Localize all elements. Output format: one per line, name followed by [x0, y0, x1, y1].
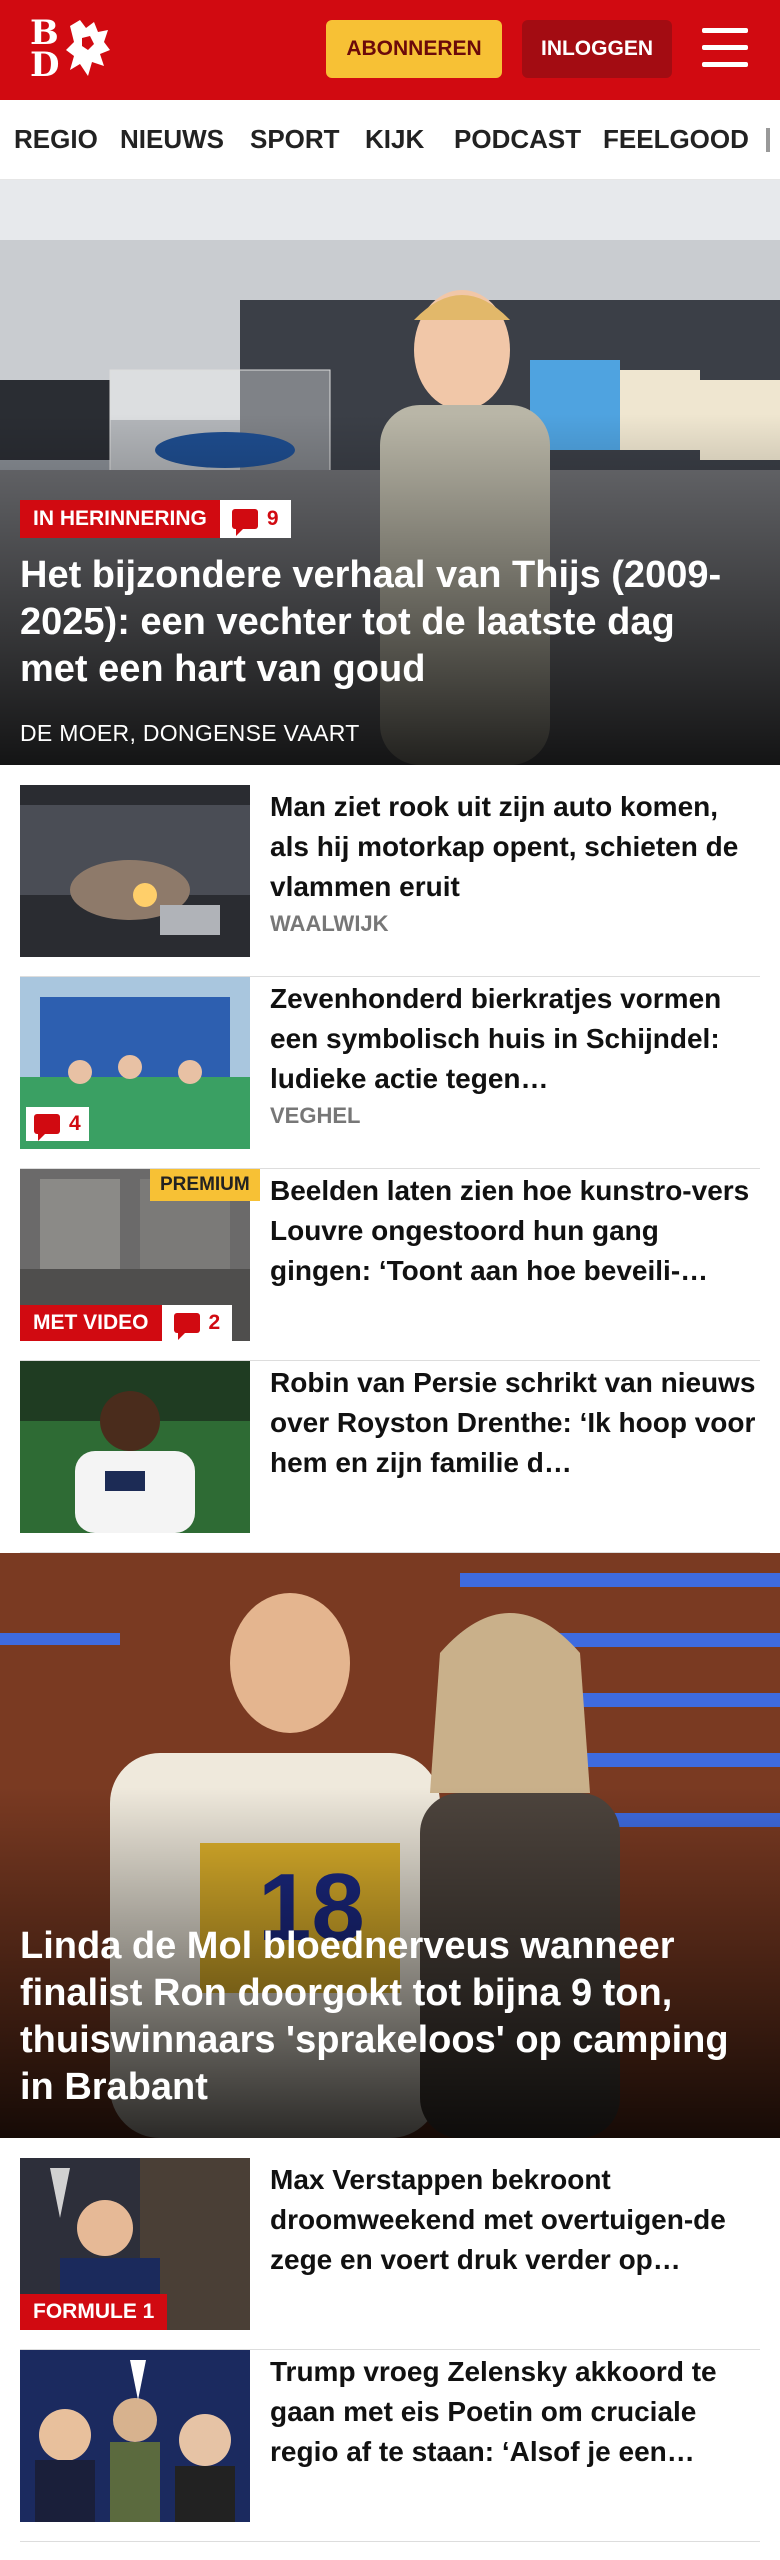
hero-location: DE MOER, DONGENSE VAART: [20, 720, 360, 746]
comment-icon: [173, 1313, 200, 1340]
section-nav: REGIO NIEUWS SPORT KIJK PODCAST FEELGOOD: [0, 100, 780, 180]
in-memoriam-badge: IN HERINNERING: [20, 500, 220, 538]
comment-icon: [34, 1114, 60, 1141]
nav-item-feelgood[interactable]: FEELGOOD: [603, 100, 749, 178]
hero-article-thijs[interactable]: IN HERINNERING 9 Het bijzondere verhaal …: [0, 180, 780, 765]
nav-item-kijk[interactable]: KIJK: [365, 100, 424, 178]
list-item[interactable]: 4 Zevenhonderd bierkratjes vormen een sy…: [20, 977, 760, 1169]
list-item[interactable]: Robin van Persie schrikt van nieuws over…: [20, 1361, 760, 1553]
logo-letter-d: D: [30, 45, 60, 85]
article-title[interactable]: Beelden laten zien hoe kunstro-vers Louv…: [270, 1171, 760, 1291]
premium-badge: PREMIUM: [150, 1169, 260, 1201]
list-item[interactable]: Man ziet rook uit zijn auto komen, als h…: [20, 785, 760, 977]
nav-item-sport[interactable]: SPORT: [250, 100, 340, 178]
nav-item-regio[interactable]: REGIO: [14, 100, 98, 178]
video-badge: MET VIDEO: [20, 1305, 162, 1341]
thumb-badges: MET VIDEO 2: [20, 1305, 233, 1341]
comment-count-badge[interactable]: 2: [161, 1305, 233, 1341]
login-button[interactable]: INLOGGEN: [522, 20, 672, 78]
list-item[interactable]: PREMIUM MET VIDEO 2 Beelden laten zien h…: [20, 1169, 760, 1361]
article-thumbnail: [20, 2350, 250, 2522]
nav-item-nieuws[interactable]: NIEUWS: [120, 100, 224, 178]
nav-item-podcast[interactable]: PODCAST: [454, 100, 581, 178]
article-title[interactable]: Trump vroeg Zelensky akkoord te gaan met…: [270, 2352, 760, 2472]
comment-count: 2: [208, 1311, 221, 1334]
lion-emblem-icon: [66, 20, 110, 76]
hero-title[interactable]: Linda de Mol bloednerveus wanneer finali…: [20, 1923, 750, 2111]
formula1-badge: FORMULE 1: [20, 2294, 168, 2330]
article-thumbnail: [20, 785, 250, 957]
hero-article-linda[interactable]: 18 Linda de Mol bloednerveus wanneer fin…: [0, 1553, 780, 2138]
article-title[interactable]: Zevenhonderd bierkratjes vormen een symb…: [270, 979, 760, 1099]
list-item[interactable]: FORMULE 1 Max Verstappen bekroont droomw…: [20, 2158, 760, 2350]
comment-count: 9: [266, 507, 279, 530]
hero-title[interactable]: Het bijzondere verhaal van Thijs (2009-2…: [20, 552, 750, 693]
comment-count: 4: [69, 1112, 81, 1135]
article-title[interactable]: Max Verstappen bekroont droomweekend met…: [270, 2160, 760, 2280]
article-title[interactable]: Robin van Persie schrikt van nieuws over…: [270, 1363, 760, 1483]
nav-overflow-hint: [766, 128, 770, 152]
list-item[interactable]: Trump vroeg Zelensky akkoord te gaan met…: [20, 2350, 760, 2542]
article-title[interactable]: Man ziet rook uit zijn auto komen, als h…: [270, 787, 760, 907]
hamburger-menu-icon[interactable]: [700, 24, 750, 74]
site-header: B D ABONNEREN INLOGGEN: [0, 0, 780, 100]
comment-count-badge[interactable]: 9: [219, 500, 291, 538]
hero-badges: IN HERINNERING 9: [20, 500, 291, 538]
bd-logo[interactable]: B D: [26, 14, 116, 86]
comment-count-badge[interactable]: 4: [26, 1107, 89, 1141]
subscribe-button[interactable]: ABONNEREN: [326, 20, 502, 78]
article-thumbnail: [20, 1361, 250, 1533]
article-location: WAALWIJK: [270, 911, 389, 936]
article-location: VEGHEL: [270, 1103, 361, 1128]
comment-icon: [231, 509, 258, 536]
